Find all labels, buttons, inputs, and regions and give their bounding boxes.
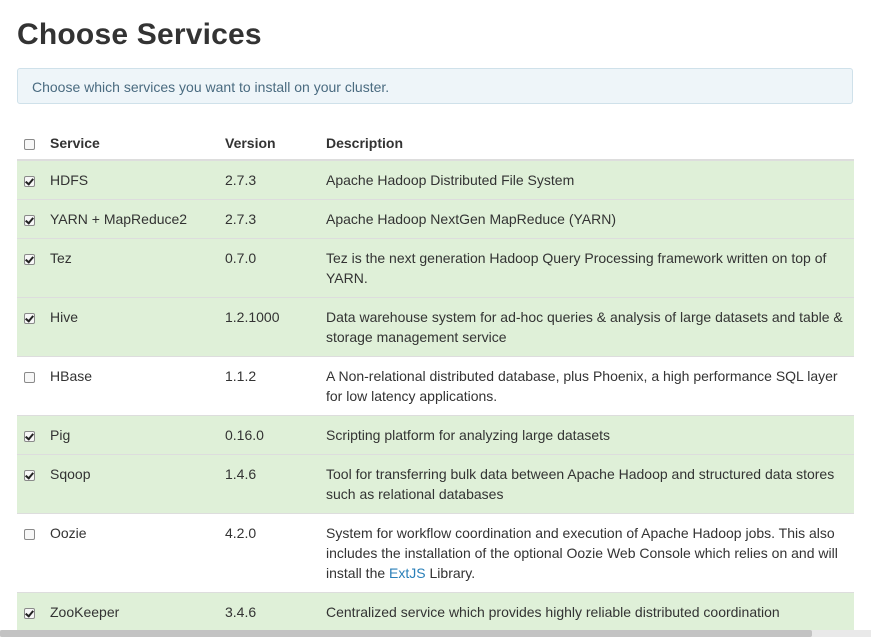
service-description: Tool for transferring bulk data between … (326, 454, 854, 514)
service-description: System for workflow coordination and exe… (326, 513, 854, 593)
service-name: ZooKeeper (50, 592, 225, 631)
service-checkbox[interactable] (24, 529, 35, 540)
info-alert: Choose which services you want to instal… (17, 68, 853, 104)
service-version: 1.1.2 (225, 356, 326, 416)
table-row-pig[interactable]: Pig 0.16.0 Scripting platform for analyz… (17, 415, 854, 455)
table-row-yarn[interactable]: YARN + MapReduce2 2.7.3 Apache Hadoop Ne… (17, 199, 854, 239)
services-table: Service Version Description HDFS 2.7.3 A… (17, 125, 854, 631)
service-checkbox[interactable] (24, 608, 35, 619)
description-text-end: Library. (425, 565, 476, 581)
extjs-link[interactable]: ExtJS (389, 565, 426, 581)
service-checkbox[interactable] (24, 215, 35, 226)
table-row-sqoop[interactable]: Sqoop 1.4.6 Tool for transferring bulk d… (17, 454, 854, 514)
table-row-tez[interactable]: Tez 0.7.0 Tez is the next generation Had… (17, 238, 854, 298)
service-name: Oozie (50, 513, 225, 593)
service-version: 3.4.6 (225, 592, 326, 631)
service-version: 2.7.3 (225, 159, 326, 200)
table-row-oozie[interactable]: Oozie 4.2.0 System for workflow coordina… (17, 513, 854, 593)
table-header-row: Service Version Description (17, 125, 854, 161)
service-description: Apache Hadoop NextGen MapReduce (YARN) (326, 199, 854, 239)
page-title: Choose Services (17, 18, 262, 51)
service-name: Hive (50, 297, 225, 357)
service-checkbox[interactable] (24, 431, 35, 442)
service-name: Tez (50, 238, 225, 298)
choose-services-page: Choose Services Choose which services yo… (0, 0, 871, 637)
service-column-header[interactable]: Service (50, 125, 225, 161)
service-checkbox[interactable] (24, 313, 35, 324)
service-name: Sqoop (50, 454, 225, 514)
service-description: Tez is the next generation Hadoop Query … (326, 238, 854, 298)
description-column-header: Description (326, 125, 854, 161)
service-name: YARN + MapReduce2 (50, 199, 225, 239)
table-row-hive[interactable]: Hive 1.2.1000 Data warehouse system for … (17, 297, 854, 357)
service-version: 0.16.0 (225, 415, 326, 455)
service-version: 1.2.1000 (225, 297, 326, 357)
service-description: Scripting platform for analyzing large d… (326, 415, 854, 455)
service-checkbox[interactable] (24, 254, 35, 265)
table-row-zookeeper[interactable]: ZooKeeper 3.4.6 Centralized service whic… (17, 592, 854, 631)
service-checkbox[interactable] (24, 470, 35, 481)
service-description: Apache Hadoop Distributed File System (326, 159, 854, 200)
table-row-hbase[interactable]: HBase 1.1.2 A Non-relational distributed… (17, 356, 854, 416)
service-version: 0.7.0 (225, 238, 326, 298)
scrollbar-thumb[interactable] (0, 630, 812, 637)
service-description: Data warehouse system for ad-hoc queries… (326, 297, 854, 357)
table-row-hdfs[interactable]: HDFS 2.7.3 Apache Hadoop Distributed Fil… (17, 159, 854, 200)
select-all-cell (17, 125, 50, 161)
service-description: A Non-relational distributed database, p… (326, 356, 854, 416)
service-version: 4.2.0 (225, 513, 326, 593)
service-name: HBase (50, 356, 225, 416)
version-column-header: Version (225, 125, 326, 161)
service-checkbox[interactable] (24, 176, 35, 187)
service-description: Centralized service which provides highl… (326, 592, 854, 631)
service-name: HDFS (50, 159, 225, 200)
select-all-checkbox[interactable] (24, 139, 35, 150)
service-version: 1.4.6 (225, 454, 326, 514)
service-name: Pig (50, 415, 225, 455)
horizontal-scrollbar[interactable] (0, 630, 871, 637)
service-checkbox[interactable] (24, 372, 35, 383)
service-version: 2.7.3 (225, 199, 326, 239)
